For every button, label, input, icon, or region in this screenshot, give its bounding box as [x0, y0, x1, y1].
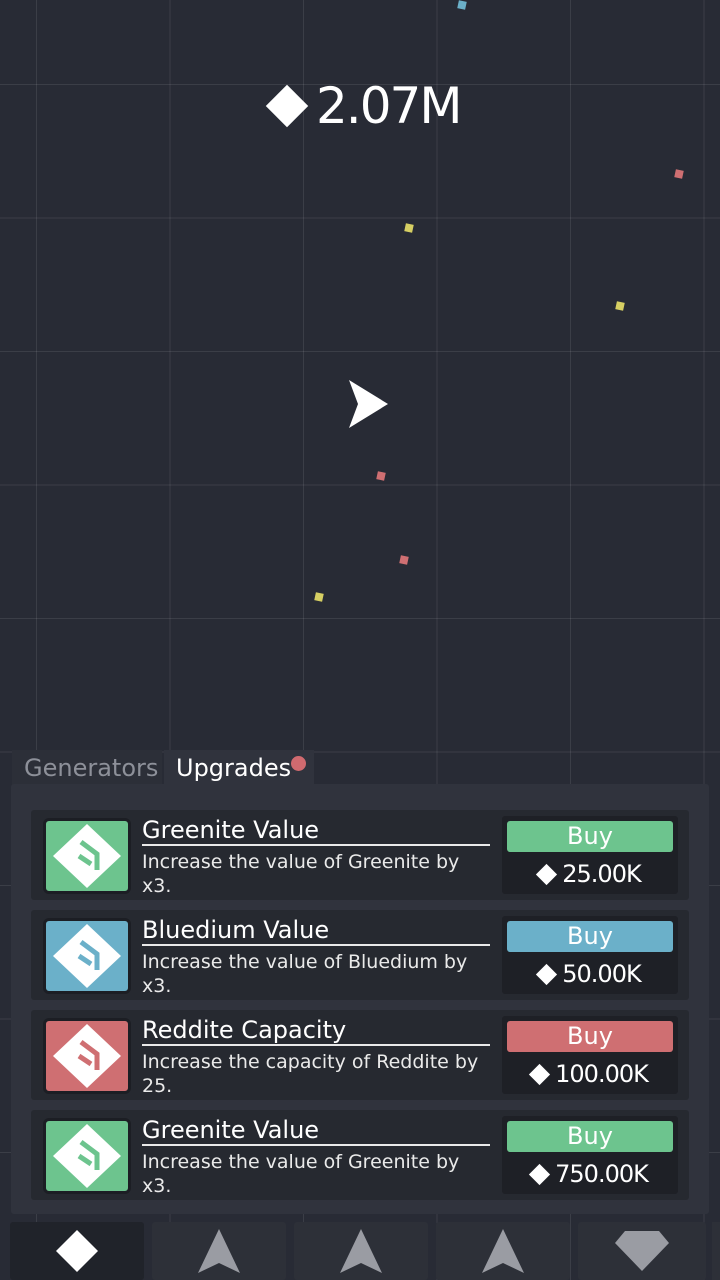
buy-button[interactable]: Buy — [507, 821, 673, 852]
diamond-icon — [265, 84, 309, 128]
red-particle — [399, 555, 409, 565]
upgrade-title: Greenite Value — [142, 1116, 490, 1146]
buy-box: Buy 750.00K — [502, 1116, 678, 1194]
tab-generators[interactable]: Generators — [12, 750, 162, 786]
upgrade-title: Greenite Value — [142, 816, 490, 846]
red-particle — [674, 169, 684, 179]
upgrade-card-reddite-capacity: Reddite Capacity Increase the capacity o… — [31, 1010, 689, 1100]
diamond-icon — [536, 863, 558, 885]
diamond-icon — [536, 963, 558, 985]
nav-button-currency[interactable] — [10, 1222, 144, 1280]
red-particle — [376, 471, 386, 481]
price-value: 750.00K — [555, 1160, 649, 1188]
nav-button-ship-2[interactable] — [294, 1222, 428, 1280]
buy-button[interactable]: Buy — [507, 1121, 673, 1152]
upgrade-description: Increase the value of Greenite by x3. — [142, 1151, 460, 1197]
nav-edge — [712, 1222, 720, 1280]
price-value: 50.00K — [562, 960, 641, 988]
diamond-icon — [529, 1163, 551, 1185]
game-field[interactable]: 2.07M Generators Upgrades Greenite Value… — [0, 0, 720, 1280]
upgrade-description: Increase the capacity of Reddite by 25. — [142, 1051, 479, 1097]
upgrade-chevron-icon — [43, 818, 131, 894]
price-value: 25.00K — [562, 860, 641, 888]
yellow-particle — [404, 223, 414, 233]
nav-button-gems[interactable] — [578, 1222, 706, 1280]
diamond-icon — [56, 1230, 98, 1272]
upgrade-title: Reddite Capacity — [142, 1016, 490, 1046]
upgrade-price: 50.00K — [502, 958, 678, 990]
upgrade-card-greenite-value: Greenite Value Increase the value of Gre… — [31, 810, 689, 900]
diamond-icon — [529, 1063, 551, 1085]
upgrade-price: 100.00K — [502, 1058, 678, 1090]
gem-icon — [615, 1231, 669, 1271]
buy-box: Buy 50.00K — [502, 916, 678, 994]
nav-button-ship-1[interactable] — [152, 1222, 286, 1280]
upgrade-description: Increase the value of Greenite by x3. — [142, 851, 460, 897]
upgrade-description: Increase the value of Bluedium by x3. — [142, 951, 468, 997]
yellow-particle — [615, 301, 625, 311]
currency-display: 2.07M — [265, 74, 462, 138]
upgrade-price: 750.00K — [502, 1158, 678, 1190]
buy-box: Buy 25.00K — [502, 816, 678, 894]
price-value: 100.00K — [555, 1060, 649, 1088]
currency-amount: 2.07M — [316, 77, 462, 135]
upgrade-chevron-icon — [43, 1018, 131, 1094]
player-ship-icon[interactable] — [346, 380, 390, 430]
blue-particle — [457, 0, 467, 10]
buy-box: Buy 100.00K — [502, 1016, 678, 1094]
buy-button[interactable]: Buy — [507, 921, 673, 952]
upgrade-chevron-icon — [43, 918, 131, 994]
yellow-particle — [314, 592, 324, 602]
ship-icon — [482, 1229, 524, 1273]
upgrade-title: Bluedium Value — [142, 916, 490, 946]
nav-button-ship-3[interactable] — [436, 1222, 570, 1280]
notification-dot — [291, 756, 306, 771]
ship-icon — [340, 1229, 382, 1273]
upgrade-card-greenite-value: Greenite Value Increase the value of Gre… — [31, 1110, 689, 1200]
upgrade-price: 25.00K — [502, 858, 678, 890]
upgrade-card-bluedium-value: Bluedium Value Increase the value of Blu… — [31, 910, 689, 1000]
buy-button[interactable]: Buy — [507, 1021, 673, 1052]
upgrade-chevron-icon — [43, 1118, 131, 1194]
ship-icon — [198, 1229, 240, 1273]
